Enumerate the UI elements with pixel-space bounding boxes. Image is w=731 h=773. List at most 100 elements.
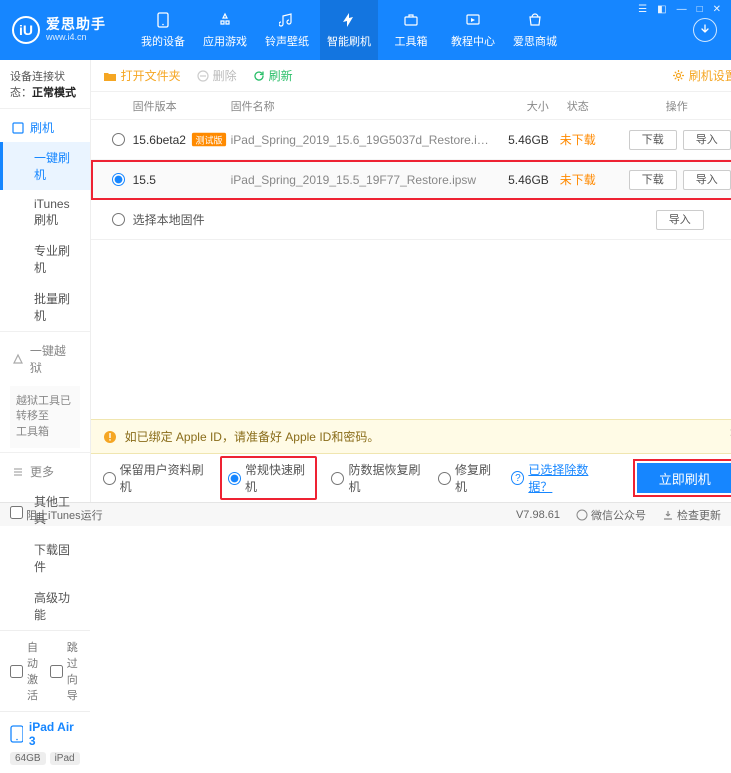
logo-icon: iU [12,16,40,44]
firmware-radio[interactable] [112,133,125,146]
sidebar: 设备连接状态：正常模式 刷机 一键刷机iTunes刷机专业刷机批量刷机 一键越狱… [0,60,91,502]
help-icon[interactable]: ? [511,471,524,485]
nav-mall[interactable]: 爱思商城 [506,0,564,60]
firmware-version: 15.5 [133,173,231,187]
sidebar-group-more[interactable]: 更多 [0,457,90,486]
app-header: ☰ ◧ — □ ✕ iU 爱思助手 www.i4.cn 我的设备应用游戏铃声壁纸… [0,0,731,60]
device-storage: 64GB [10,752,46,765]
nav-tutorial[interactable]: 教程中心 [444,0,502,60]
sidebar-footer: 自动激活 跳过向导 [0,630,90,711]
sidebar-item-dlfw[interactable]: 下载固件 [0,534,90,582]
maximize-icon[interactable]: □ [695,4,705,15]
app-version: V7.98.61 [516,509,560,521]
settings-button[interactable]: 刷机设置 [672,67,731,84]
col-size: 大小 [489,98,549,114]
jailbreak-note: 越狱工具已转移至 工具箱 [10,386,80,448]
download-button[interactable]: 下载 [629,130,677,150]
col-status: 状态 [549,98,607,114]
sidebar-item-itunes[interactable]: iTunes刷机 [0,190,90,235]
firmware-size: 5.46GB [489,173,549,187]
device-icon [10,725,23,743]
download-button[interactable]: 下载 [629,170,677,190]
firmware-name: iPad_Spring_2019_15.6_19G5037d_Restore.i… [231,133,489,147]
sidebar-item-other[interactable]: 其他工具 [0,486,90,534]
status-value: 正常模式 [32,87,76,99]
flash-options: 保留用户资料刷机 常规快速刷机 防数据恢复刷机 修复刷机 ? 已选择除数据？ 立即… [91,454,731,502]
download-icon[interactable] [693,18,717,42]
firmware-rows: 15.6beta2测试版iPad_Spring_2019_15.6_19G503… [91,120,731,200]
device-icon [154,11,172,29]
import-button[interactable]: 导入 [683,130,731,150]
sidebar-group-flash[interactable]: 刷机 [0,113,90,142]
option-normal-flash[interactable]: 常规快速刷机 [228,461,309,495]
device-card[interactable]: iPad Air 3 64GB iPad [0,711,90,773]
sidebar-group-label: 一键越狱 [30,342,78,376]
firmware-row: 15.5iPad_Spring_2019_15.5_19F77_Restore.… [91,160,731,200]
device-model: iPad [50,752,80,765]
import-local-button[interactable]: 导入 [656,210,704,230]
auto-activate-checkbox[interactable]: 自动激活 [10,639,40,703]
firmware-size: 5.46GB [489,133,549,147]
sidebar-item-pro[interactable]: 专业刷机 [0,235,90,283]
exclude-data-link[interactable]: 已选择除数据？ [528,461,604,495]
skip-guide-checkbox[interactable]: 跳过向导 [50,639,80,703]
firmware-name: iPad_Spring_2019_15.5_19F77_Restore.ipsw [231,173,489,187]
firmware-status: 未下载 [549,171,607,188]
device-name: iPad Air 3 [29,720,80,748]
sidebar-group-label: 更多 [30,463,54,480]
toolbar: 打开文件夹 删除 刷新 刷机设置 [91,60,731,92]
menu-icon[interactable]: ☰ [636,4,649,15]
skin-icon[interactable]: ◧ [655,4,668,15]
ringtone-icon [278,11,296,29]
statusbar: 阻止iTunes运行 V7.98.61 微信公众号 检查更新 [0,502,731,526]
option-repair-flash[interactable]: 修复刷机 [438,461,498,495]
flash-now-button[interactable]: 立即刷机 [637,463,731,493]
beta-tag: 测试版 [192,133,226,147]
sidebar-item-adv[interactable]: 高级功能 [0,582,90,630]
delete-button[interactable]: 删除 [197,67,237,84]
app-url: www.i4.cn [46,33,106,43]
nav-flash[interactable]: 智能刷机 [320,0,378,60]
col-name: 固件名称 [231,98,489,114]
warning-icon [103,430,117,444]
minimize-icon[interactable]: — [675,4,689,15]
table-header: 固件版本 固件名称 大小 状态 操作 [91,92,731,120]
nav-tools[interactable]: 工具箱 [382,0,440,60]
warning-text: 如已绑定 Apple ID，请准备好 Apple ID和密码。 [125,428,380,445]
nav-ringtone[interactable]: 铃声壁纸 [258,0,316,60]
sidebar-item-batch[interactable]: 批量刷机 [0,283,90,331]
sidebar-group-jailbreak[interactable]: 一键越狱 [0,336,90,382]
local-firmware-radio[interactable] [112,213,125,226]
apple-id-warning: 如已绑定 Apple ID，请准备好 Apple ID和密码。 ✕ [91,419,731,454]
nav-apps[interactable]: 应用游戏 [196,0,254,60]
window-controls: ☰ ◧ — □ ✕ [636,4,723,15]
col-version: 固件版本 [133,98,231,114]
apps-icon [216,11,234,29]
sidebar-item-oneclick[interactable]: 一键刷机 [0,142,90,190]
refresh-button[interactable]: 刷新 [253,67,293,84]
flash-icon [340,11,358,29]
firmware-status: 未下载 [549,131,607,148]
col-ops: 操作 [607,98,731,114]
wechat-link[interactable]: 微信公众号 [576,507,646,523]
import-button[interactable]: 导入 [683,170,731,190]
tools-icon [402,11,420,29]
firmware-row: 15.6beta2测试版iPad_Spring_2019_15.6_19G503… [91,120,731,160]
nav-device[interactable]: 我的设备 [134,0,192,60]
local-firmware-row: 选择本地固件 导入 [91,200,731,240]
firmware-version: 15.6beta2测试版 [133,132,231,147]
mall-icon [526,11,544,29]
open-folder-button[interactable]: 打开文件夹 [103,67,181,84]
option-keep-data[interactable]: 保留用户资料刷机 [103,461,206,495]
option-anti-recovery[interactable]: 防数据恢复刷机 [331,461,423,495]
check-update-link[interactable]: 检查更新 [662,507,721,523]
connection-status: 设备连接状态：正常模式 [0,60,90,108]
local-firmware-label: 选择本地固件 [133,211,205,228]
app-logo: iU 爱思助手 www.i4.cn [12,16,106,44]
firmware-radio[interactable] [112,173,125,186]
app-name: 爱思助手 [46,17,106,32]
top-nav: 我的设备应用游戏铃声壁纸智能刷机工具箱教程中心爱思商城 [134,0,564,60]
close-icon[interactable]: ✕ [711,4,723,15]
sidebar-group-label: 刷机 [30,119,54,136]
tutorial-icon [464,11,482,29]
